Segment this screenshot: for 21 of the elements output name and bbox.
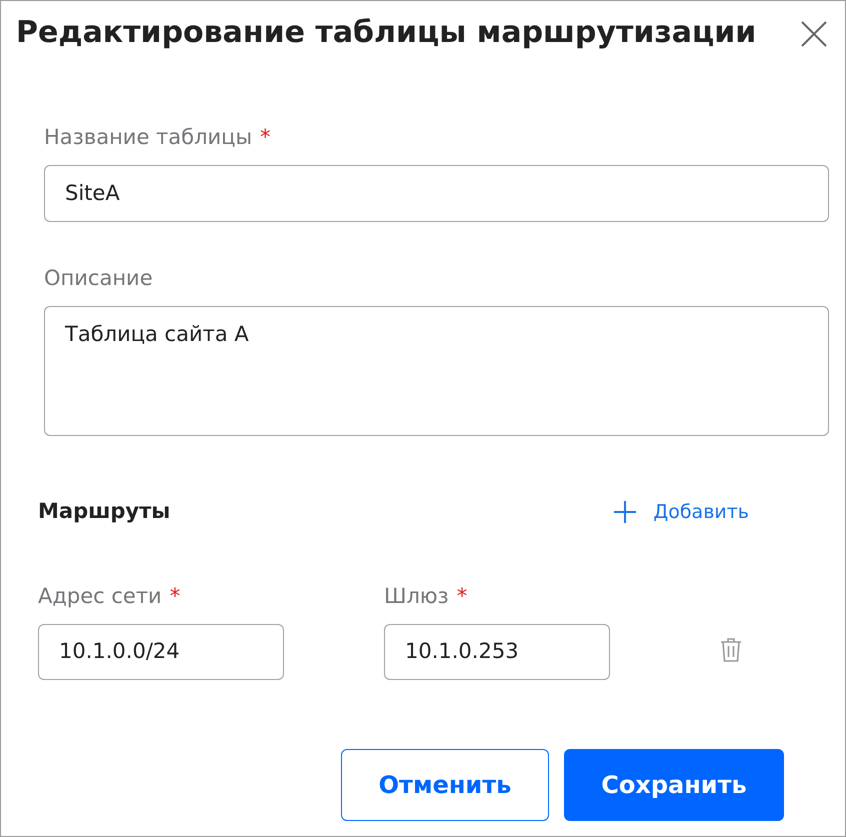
plus-icon [613, 500, 638, 524]
close-icon [801, 21, 827, 47]
required-mark: * [170, 582, 180, 610]
save-button[interactable]: Сохранить [564, 749, 784, 821]
field-label: Адрес сети [38, 582, 162, 610]
required-mark: * [456, 582, 468, 610]
field-label: Описание [44, 265, 153, 292]
delete-button[interactable] [718, 636, 744, 664]
required-mark: * [260, 124, 271, 151]
section-title: Маршруты [38, 498, 170, 525]
field-label: Шлюз [384, 582, 449, 610]
field-label: Название таблицы [44, 124, 252, 151]
input-field[interactable]: SiteA [44, 165, 829, 222]
close-button[interactable] [799, 19, 829, 49]
trash-icon [720, 636, 742, 662]
text-area[interactable]: Таблица сайта А [44, 306, 829, 436]
cancel-button[interactable]: Отменить [341, 749, 549, 821]
add-button[interactable]: Добавить [613, 498, 749, 526]
input-field[interactable]: 10.1.0.0/24 [38, 624, 284, 680]
dialog-title: Редактирование таблицы маршрутизации [16, 14, 756, 52]
input-field[interactable]: 10.1.0.253 [384, 624, 610, 680]
